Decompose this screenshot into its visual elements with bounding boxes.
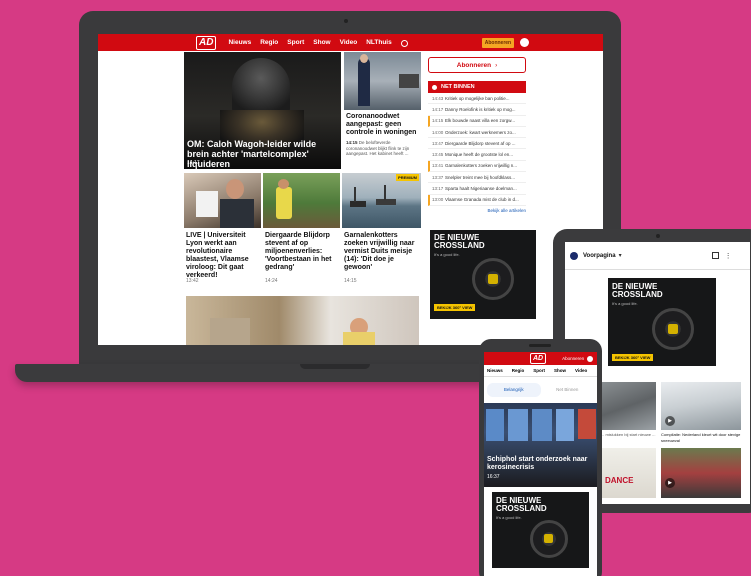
list-item[interactable]: 14:00 Onderzoek: kwart werknemers zo... <box>428 127 526 139</box>
phone-crossland-ad[interactable]: DE NIEUWE CROSSLAND It's a good life. <box>492 492 589 568</box>
all-articles-link[interactable]: Bekijk alle artikelen <box>428 206 526 213</box>
play-icon[interactable]: ▶ <box>665 478 675 488</box>
corona-story-headline[interactable]: Coronanoodwet aangepast: geen controle i… <box>346 113 424 137</box>
opel-logo <box>544 534 553 543</box>
phone-screen: AD Abonneren Nieuws Regio Sport Show Vid… <box>484 352 597 576</box>
nav-item-nieuws[interactable]: Nieuws <box>487 368 503 373</box>
tablet-thumb-dance[interactable]: DANCE <box>601 448 656 498</box>
lead-headline[interactable]: OM: Caloh Wagoh-leider wilde brein achte… <box>187 139 339 169</box>
nav-item-show[interactable]: Show <box>313 39 330 47</box>
opel-logo <box>668 324 678 334</box>
phone-tabs: Belangrijk Net Binnen <box>487 383 594 397</box>
tablet-crossland-ad[interactable]: DE NIEUWE CROSSLAND It's a good life. BE… <box>608 278 716 366</box>
share-icon[interactable] <box>711 252 719 259</box>
tab-belangrijk[interactable]: Belangrijk <box>487 383 541 397</box>
crossland-ad[interactable]: DE NIEUWE CROSSLAND It's a good life. BE… <box>430 230 536 319</box>
phone: AD Abonneren Nieuws Regio Sport Show Vid… <box>479 339 602 576</box>
play-icon[interactable]: ▶ <box>665 416 675 426</box>
story-time-blijdorp: 14:24 <box>265 278 278 284</box>
top-navigation-bar: AD Nieuws Regio Sport Show Video NLThuis… <box>98 34 603 51</box>
tablet-caption-2[interactable]: Compilatie: Nederland kleurt wit door st… <box>661 432 741 443</box>
user-icon[interactable] <box>520 38 530 47</box>
list-item[interactable]: 13:45 Monique heeft de grootste lol en... <box>428 149 526 161</box>
corona-story-caption: 14:15 De belofteverde coronanoodwet blij… <box>346 140 410 156</box>
tablet-camera <box>656 234 660 238</box>
story-time-garnalen: 14:15 <box>344 278 357 284</box>
ad-subtitle: It's a good life. <box>434 252 460 257</box>
lead-story[interactable]: OM: Caloh Wagoh-leider wilde brein achte… <box>184 52 341 169</box>
tablet-thumb-rail[interactable] <box>601 382 656 430</box>
phone-lead-headline[interactable]: Schiphol start onderzoek naar kerosinecr… <box>487 456 595 472</box>
laptop-hinge-notch <box>300 364 370 369</box>
ad-subtitle: It's a good life. <box>496 515 522 520</box>
story-headline-blijdorp[interactable]: Diergaarde Blijdorp stevent af op miljoe… <box>265 232 340 272</box>
ad-cta-button[interactable]: BEKIJK 360° VIEW <box>612 354 654 361</box>
phone-speaker <box>529 344 551 347</box>
list-item[interactable]: 14:43 Kritiek op mogelijke ban politie... <box>428 93 526 105</box>
list-item[interactable]: 13:00 Vlaamse Granada mist de club in d..… <box>428 194 526 206</box>
story-photo-blijdorp[interactable] <box>263 173 340 228</box>
tablet-caption-1[interactable]: ... mislukken bij start nieuwe ... <box>601 432 657 438</box>
list-item[interactable]: 14:17 Danny Roelofink is kritiek op mog..… <box>428 104 526 116</box>
list-item[interactable]: 13:47 Diergaarde Blijdorp stevent af op .… <box>428 138 526 150</box>
ad-title: DE NIEUWE CROSSLAND <box>434 233 485 250</box>
laptop-screen: AD Nieuws Regio Sport Show Video NLThuis… <box>98 34 603 345</box>
list-item[interactable]: 13:17 Sparta haalt Nigeriaanse doelman... <box>428 183 526 195</box>
list-item[interactable]: 13:37 Snelpler treint mee bij hoofdklass.… <box>428 172 526 184</box>
subscribe-button[interactable]: Abonneren <box>562 356 584 361</box>
nav-item-show[interactable]: Show <box>554 368 566 373</box>
list-item[interactable]: 14:15 Elk bouwde naast villa een zorgw... <box>428 115 526 127</box>
tablet-thumb-snow[interactable]: ▶ <box>661 382 741 430</box>
net-binnen-list: 14:43 Kritiek op mogelijke ban politie...… <box>428 93 526 213</box>
webcam <box>344 19 348 23</box>
more-icon[interactable]: ⋮ <box>725 252 732 260</box>
phone-lead-time: 16:37 <box>487 474 500 480</box>
user-icon[interactable] <box>587 355 594 362</box>
ad-title: DE NIEUWE CROSSLAND <box>496 496 547 513</box>
story-time-lyon: 13:42 <box>186 278 199 284</box>
clock-icon <box>432 84 437 90</box>
nav-item-video[interactable]: Video <box>340 39 358 47</box>
nav-item-sport[interactable]: Sport <box>287 39 304 47</box>
list-item[interactable]: 13:41 Garnalenkotters zoeken vrijwillig n… <box>428 160 526 173</box>
phone-lead-story[interactable]: Schiphol start onderzoek naar kerosinecr… <box>484 403 597 487</box>
story-photo-lyon[interactable] <box>184 173 261 228</box>
nav-item-sport[interactable]: Sport <box>533 368 545 373</box>
nav-item-nlthuis[interactable]: NLThuis <box>366 39 392 47</box>
net-binnen-header: NET BINNEN <box>428 81 526 93</box>
story-headline-lyon[interactable]: LIVE | Universiteit Lyon werkt aan revol… <box>186 232 261 280</box>
ad-subtitle: It's a good life. <box>612 301 638 306</box>
premium-badge: PREMIUM <box>396 174 419 181</box>
nav-item-nieuws[interactable]: Nieuws <box>228 39 251 47</box>
tab-net-binnen[interactable]: Net Binnen <box>541 383 595 397</box>
menu-icon[interactable] <box>570 251 578 260</box>
corona-story-photo[interactable] <box>344 52 421 110</box>
phone-topbar: AD Abonneren <box>484 352 597 365</box>
nav-item-regio[interactable]: Regio <box>512 368 525 373</box>
nav-item-regio[interactable]: Regio <box>260 39 278 47</box>
subscribe-cta[interactable]: Abonneren › <box>428 57 526 73</box>
ad-cta-button[interactable]: BEKIJK 360° VIEW <box>434 304 476 311</box>
story-headline-garnalen[interactable]: Garnalenkotters zoeken vrijwillig naar v… <box>344 232 421 272</box>
nav-item-video[interactable]: Video <box>575 368 587 373</box>
story-photo-garnalen[interactable]: PREMIUM <box>342 173 421 228</box>
opel-logo <box>488 274 498 284</box>
tablet-header: Voorpagina ▾ ⋮ <box>565 242 750 270</box>
tablet-thumb-crowd[interactable]: ▶ <box>661 448 741 498</box>
chevron-right-icon: › <box>495 61 498 69</box>
ad-title: DE NIEUWE CROSSLAND <box>612 282 663 299</box>
ad-logo[interactable]: AD <box>530 353 547 364</box>
lead-photo-hooded-figure <box>232 58 290 116</box>
tablet-tab-voorpagina[interactable]: Voorpagina <box>583 253 616 259</box>
lead-time: 14:17 <box>187 160 200 166</box>
ad-logo[interactable]: AD <box>196 35 217 50</box>
subscribe-button[interactable]: Abonneren <box>481 37 515 48</box>
bottom-story-photo[interactable] <box>186 296 419 345</box>
dance-sign: DANCE <box>605 476 634 485</box>
chevron-down-icon[interactable]: ▾ <box>619 252 622 259</box>
search-icon[interactable] <box>400 39 408 47</box>
main-nav: Nieuws Regio Sport Show Video NLThuis <box>228 39 408 47</box>
phone-nav: Nieuws Regio Sport Show Video <box>484 365 597 377</box>
